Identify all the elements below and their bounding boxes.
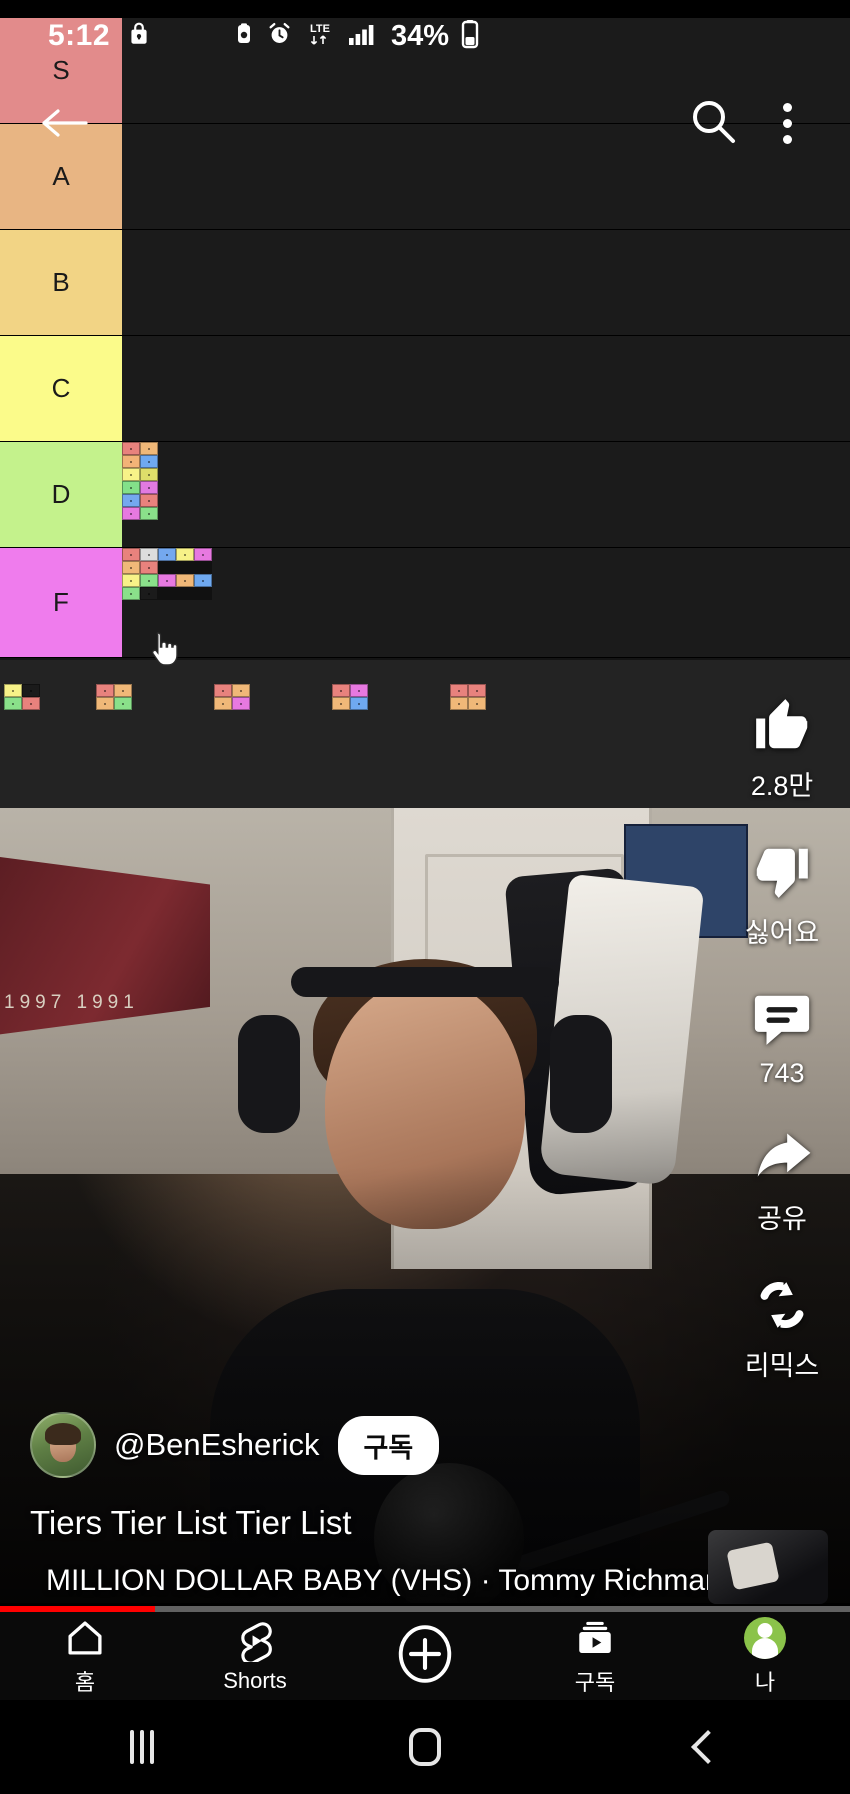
subscribe-button[interactable]: 구독 [337,1415,440,1475]
nav-item-subscriptions[interactable]: 구독 [510,1616,680,1697]
shorts-icon [234,1619,276,1663]
app-top-bar [0,82,850,164]
dislike-button[interactable]: 싫어요 [744,837,820,950]
like-count: 2.8만 [750,771,814,801]
comment-icon [751,984,813,1054]
nav-label-subscriptions: 구독 [574,1669,616,1695]
tier-label-c[interactable]: C [0,336,122,441]
tier-dropzone-d[interactable] [122,442,850,547]
thumbs-down-icon [751,837,813,907]
youtube-shorts-screen: SABCDF 1997 1991 [0,0,850,1794]
search-button[interactable] [687,95,739,152]
recents-icon [129,1730,154,1764]
subscriptions-icon [574,1616,616,1660]
like-button[interactable]: 2.8만 [751,690,813,803]
nav-item-home[interactable]: 홈 [0,1616,170,1697]
tier-row-c[interactable]: C [0,336,850,442]
tier-dropzone-b[interactable] [122,230,850,335]
nav-label-shorts: Shorts [223,1667,287,1693]
tier-item-thumbnail[interactable] [332,684,368,710]
android-system-nav [0,1700,850,1794]
tier-label-d[interactable]: D [0,442,122,547]
home-icon [64,1616,106,1660]
tier-item-thumbnail[interactable] [122,548,158,600]
plus-circle-icon [394,1624,456,1683]
channel-row[interactable]: @BenEsherick 구독 [30,1412,700,1478]
nav-item-you[interactable]: 나 [680,1616,850,1697]
music-text: MILLION DOLLAR BABY (VHS) · Tommy Richma… [46,1564,722,1597]
share-label: 공유 [757,1204,807,1234]
search-icon [693,100,735,143]
dislike-label: 싫어요 [744,918,820,948]
home-pill-icon [408,1728,441,1766]
more-options-button[interactable] [773,93,802,154]
tray-item[interactable] [4,684,40,710]
comment-button[interactable]: 743 [751,984,813,1089]
share-button[interactable]: 공유 [751,1123,813,1236]
shorts-action-rail: 2.8만 싫어요 743 공유 리믹스 [714,690,850,1417]
sound-thumbnail[interactable] [708,1530,828,1604]
tray-item[interactable] [96,684,132,710]
tier-dropzone-c[interactable] [122,336,850,441]
nav-label-you: 나 [754,1669,776,1695]
tray-item[interactable] [214,684,250,710]
system-back-button[interactable] [567,1730,850,1764]
tier-item-thumbnail[interactable] [158,548,212,600]
tier-dropzone-f[interactable] [122,548,850,657]
video-title[interactable]: Tiers Tier List Tier List [30,1504,700,1542]
back-arrow-icon [42,109,88,137]
remix-label: 리믹스 [744,1351,820,1381]
more-vertical-icon [783,102,792,112]
tier-row-b[interactable]: B [0,230,850,336]
comment-count: 743 [759,1058,805,1088]
tier-row-f[interactable]: F [0,548,850,658]
nav-item-create[interactable] [340,1624,510,1683]
tier-item-thumbnail[interactable] [4,684,40,710]
nav-item-shorts[interactable]: Shorts [170,1619,340,1694]
nav-label-home: 홈 [74,1669,96,1695]
bottom-navigation: 홈 Shorts 구독 나 [0,1612,850,1700]
recents-button[interactable] [0,1730,283,1764]
channel-avatar[interactable] [30,1412,96,1478]
system-home-button[interactable] [283,1728,566,1766]
tier-item-thumbnail[interactable] [96,684,132,710]
music-row[interactable]: MILLION DOLLAR BABY (VHS) · Tommy Richma… [30,1564,722,1598]
tier-label-f[interactable]: F [0,548,122,657]
share-arrow-icon [751,1123,813,1193]
tier-item-thumbnail[interactable] [450,684,486,710]
channel-handle[interactable]: @BenEsherick [114,1427,320,1463]
thumbs-up-icon [751,690,813,760]
remix-icon [751,1270,813,1340]
back-chevron-icon [691,1730,726,1764]
tier-label-b[interactable]: B [0,230,122,335]
tray-item[interactable] [332,684,368,710]
remix-button[interactable]: 리믹스 [744,1270,820,1383]
tray-item[interactable] [450,684,486,710]
back-button[interactable] [36,95,92,151]
tier-row-d[interactable]: D [0,442,850,548]
account-avatar [744,1616,786,1660]
tier-item-thumbnail[interactable] [122,442,158,520]
video-meta: @BenEsherick 구독 Tiers Tier List Tier Lis… [0,1412,722,1598]
tier-item-thumbnail[interactable] [214,684,250,710]
